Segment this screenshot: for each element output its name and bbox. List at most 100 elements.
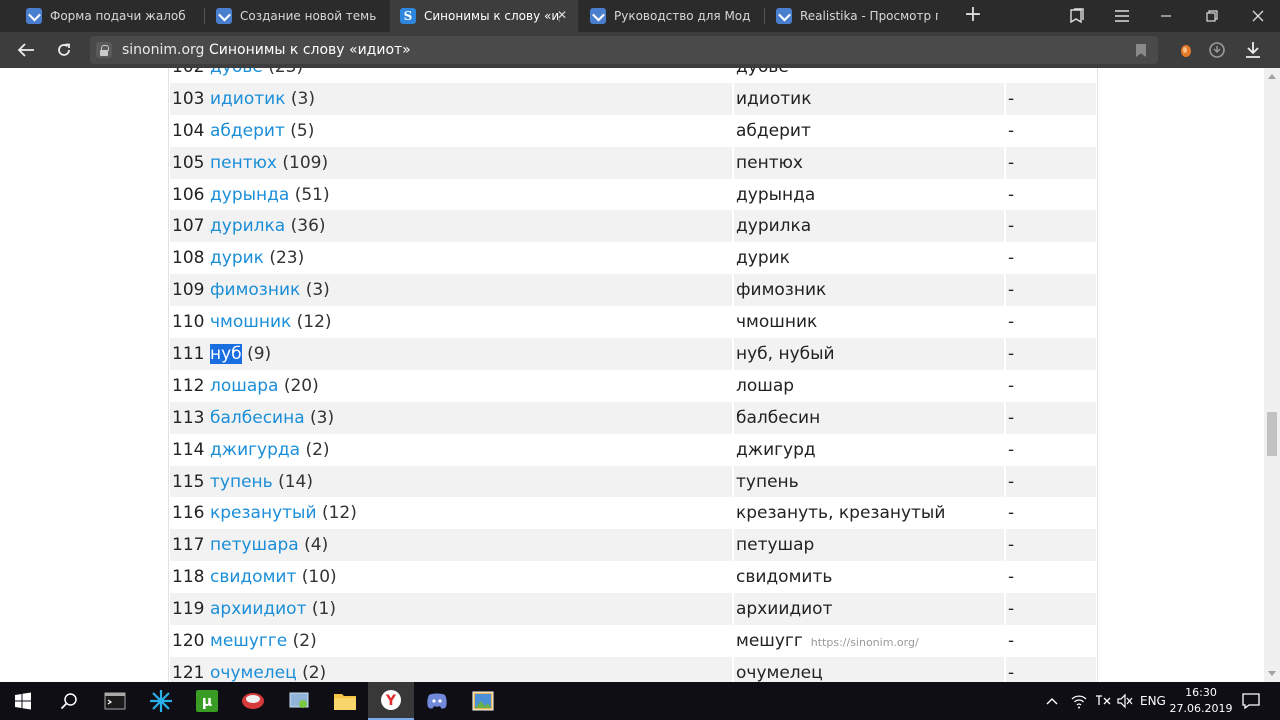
- taskbar-utorrent[interactable]: µ: [184, 682, 230, 720]
- synonym-link[interactable]: дурында: [210, 185, 289, 205]
- restore-button[interactable]: [1190, 0, 1234, 32]
- tab-moderator-guide[interactable]: Руководство для Модерат: [580, 0, 760, 32]
- synonym-link[interactable]: дурилка: [210, 216, 285, 236]
- extra-cell: -: [1004, 369, 1094, 402]
- back-button[interactable]: [14, 38, 38, 62]
- input-method-tray[interactable]: [1094, 682, 1112, 720]
- taskbar-app-red[interactable]: [230, 682, 276, 720]
- vertical-scrollbar[interactable]: [1264, 68, 1280, 682]
- synonym-cell: абдерит (5): [210, 121, 732, 141]
- clock[interactable]: 16:30 27.06.2019: [1168, 685, 1234, 717]
- tab-new-topic[interactable]: Создание новой темы - V: [206, 0, 386, 32]
- synonym-link[interactable]: тупень: [210, 472, 273, 492]
- synonym-cell: дурилка (36): [210, 216, 732, 236]
- synonym-link[interactable]: петушара: [210, 535, 299, 555]
- synonym-link[interactable]: нуб: [210, 343, 242, 364]
- synonym-count: (2): [305, 439, 330, 460]
- synonym-link[interactable]: фимозник: [210, 280, 300, 300]
- synonym-count: (4): [304, 535, 329, 556]
- close-tab-icon[interactable]: ✕: [556, 9, 568, 21]
- scroll-up-icon[interactable]: [1268, 74, 1276, 79]
- tab-title: Realistika - Просмотр про: [800, 9, 938, 23]
- hamburger-icon: [1115, 10, 1129, 22]
- synonym-link[interactable]: мешугге: [210, 631, 287, 651]
- extra-cell: -: [1004, 114, 1094, 147]
- extra-cell: -: [1004, 433, 1094, 466]
- extra-cell: -: [1004, 625, 1094, 657]
- row-number: 120: [172, 630, 205, 651]
- pill-app-icon: [242, 693, 264, 709]
- bookmark-tabs-icon: [1070, 8, 1084, 24]
- network-tray[interactable]: [1070, 682, 1088, 720]
- synonym-link[interactable]: крезанутый: [210, 503, 317, 523]
- tabs-menu-button[interactable]: [1054, 0, 1098, 32]
- bookmark-icon[interactable]: [1136, 44, 1146, 57]
- synonym-cell: очумелец (2): [210, 663, 732, 682]
- search-button[interactable]: [46, 682, 92, 720]
- synonym-cell: джигурда (2): [210, 440, 732, 460]
- synonym-link[interactable]: абдерит: [210, 121, 285, 141]
- synonym-link[interactable]: лошара: [210, 376, 278, 396]
- base-form-cell: идиотик: [732, 82, 1004, 115]
- taskbar-app-snowflake[interactable]: [138, 682, 184, 720]
- synonym-link[interactable]: чмошник: [210, 312, 291, 332]
- synonym-link[interactable]: очумелец: [210, 663, 297, 682]
- language-indicator[interactable]: ENG: [1140, 682, 1166, 720]
- synonym-count: (2): [292, 630, 317, 651]
- synonym-link[interactable]: балбесина: [210, 408, 305, 428]
- volume-tray[interactable]: [1116, 682, 1134, 720]
- scrollbar-thumb[interactable]: [1267, 412, 1277, 456]
- taskbar-terminal[interactable]: [92, 682, 138, 720]
- synonym-cell: фимозник (3): [210, 280, 732, 300]
- tab-synonyms[interactable]: S Синонимы к слову «иди ✕: [390, 0, 578, 32]
- taskbar-photos[interactable]: [460, 682, 506, 720]
- taskbar-discord[interactable]: [414, 682, 460, 720]
- reload-button[interactable]: [52, 38, 76, 62]
- scroll-down-icon[interactable]: [1268, 671, 1276, 676]
- tab-complaint-form[interactable]: Форма подачи жалобы на: [16, 0, 196, 32]
- start-button[interactable]: [0, 682, 46, 720]
- synonym-cell: нуб (9): [210, 343, 732, 364]
- base-form-cell: свидомить: [732, 561, 1004, 594]
- synonym-link[interactable]: идиотик: [210, 89, 285, 109]
- protect-button[interactable]: [1205, 38, 1229, 62]
- close-icon: [1252, 10, 1264, 22]
- row-number: 112: [172, 375, 205, 396]
- synonym-link[interactable]: архиидиот: [210, 599, 306, 619]
- discord-icon: [427, 693, 447, 709]
- taskbar-yandex-browser[interactable]: Y: [368, 682, 414, 720]
- show-hidden-icons[interactable]: [1046, 682, 1058, 720]
- address-bar[interactable]: sinonim.org Синонимы к слову «идиот»: [90, 36, 1158, 64]
- synonym-link[interactable]: дурик: [210, 248, 264, 268]
- table-row: 107 дурилка (36) дурилка -: [170, 210, 1096, 243]
- synonym-link[interactable]: свидомит: [210, 567, 296, 587]
- synonym-link[interactable]: джигурда: [210, 440, 300, 460]
- extension-button[interactable]: [1174, 38, 1198, 62]
- tab-realistika[interactable]: Realistika - Просмотр про: [766, 0, 948, 32]
- extra-cell: -: [1004, 656, 1094, 682]
- taskbar-explorer[interactable]: [322, 682, 368, 720]
- taskbar-app-control[interactable]: [276, 682, 322, 720]
- synonym-link[interactable]: пентюх: [210, 153, 277, 173]
- synonym-count: (1): [311, 599, 336, 620]
- menu-button[interactable]: [1100, 0, 1144, 32]
- notifications-button[interactable]: [1242, 682, 1260, 720]
- close-window-button[interactable]: [1236, 0, 1280, 32]
- base-form-text: дурында: [736, 184, 816, 205]
- extra-cell: -: [1004, 401, 1094, 434]
- snowflake-icon: [150, 690, 172, 712]
- base-form-text: лошар: [736, 375, 795, 396]
- minimize-button[interactable]: [1144, 0, 1188, 32]
- synonym-count: (3): [310, 407, 335, 428]
- new-tab-button[interactable]: +: [961, 4, 985, 28]
- downloads-button[interactable]: [1241, 38, 1265, 62]
- synonym-link[interactable]: дубье: [210, 68, 263, 77]
- synonym-cell: мешугге (2): [210, 631, 732, 651]
- image-icon: [472, 691, 494, 711]
- lock-icon[interactable]: [96, 42, 112, 58]
- utorrent-icon: µ: [196, 690, 218, 712]
- restore-icon: [1206, 10, 1218, 22]
- url-domain: sinonim.org: [122, 42, 205, 58]
- base-form-text: тупень: [736, 471, 799, 492]
- table-row: 117 петушара (4) петушар -: [170, 529, 1096, 562]
